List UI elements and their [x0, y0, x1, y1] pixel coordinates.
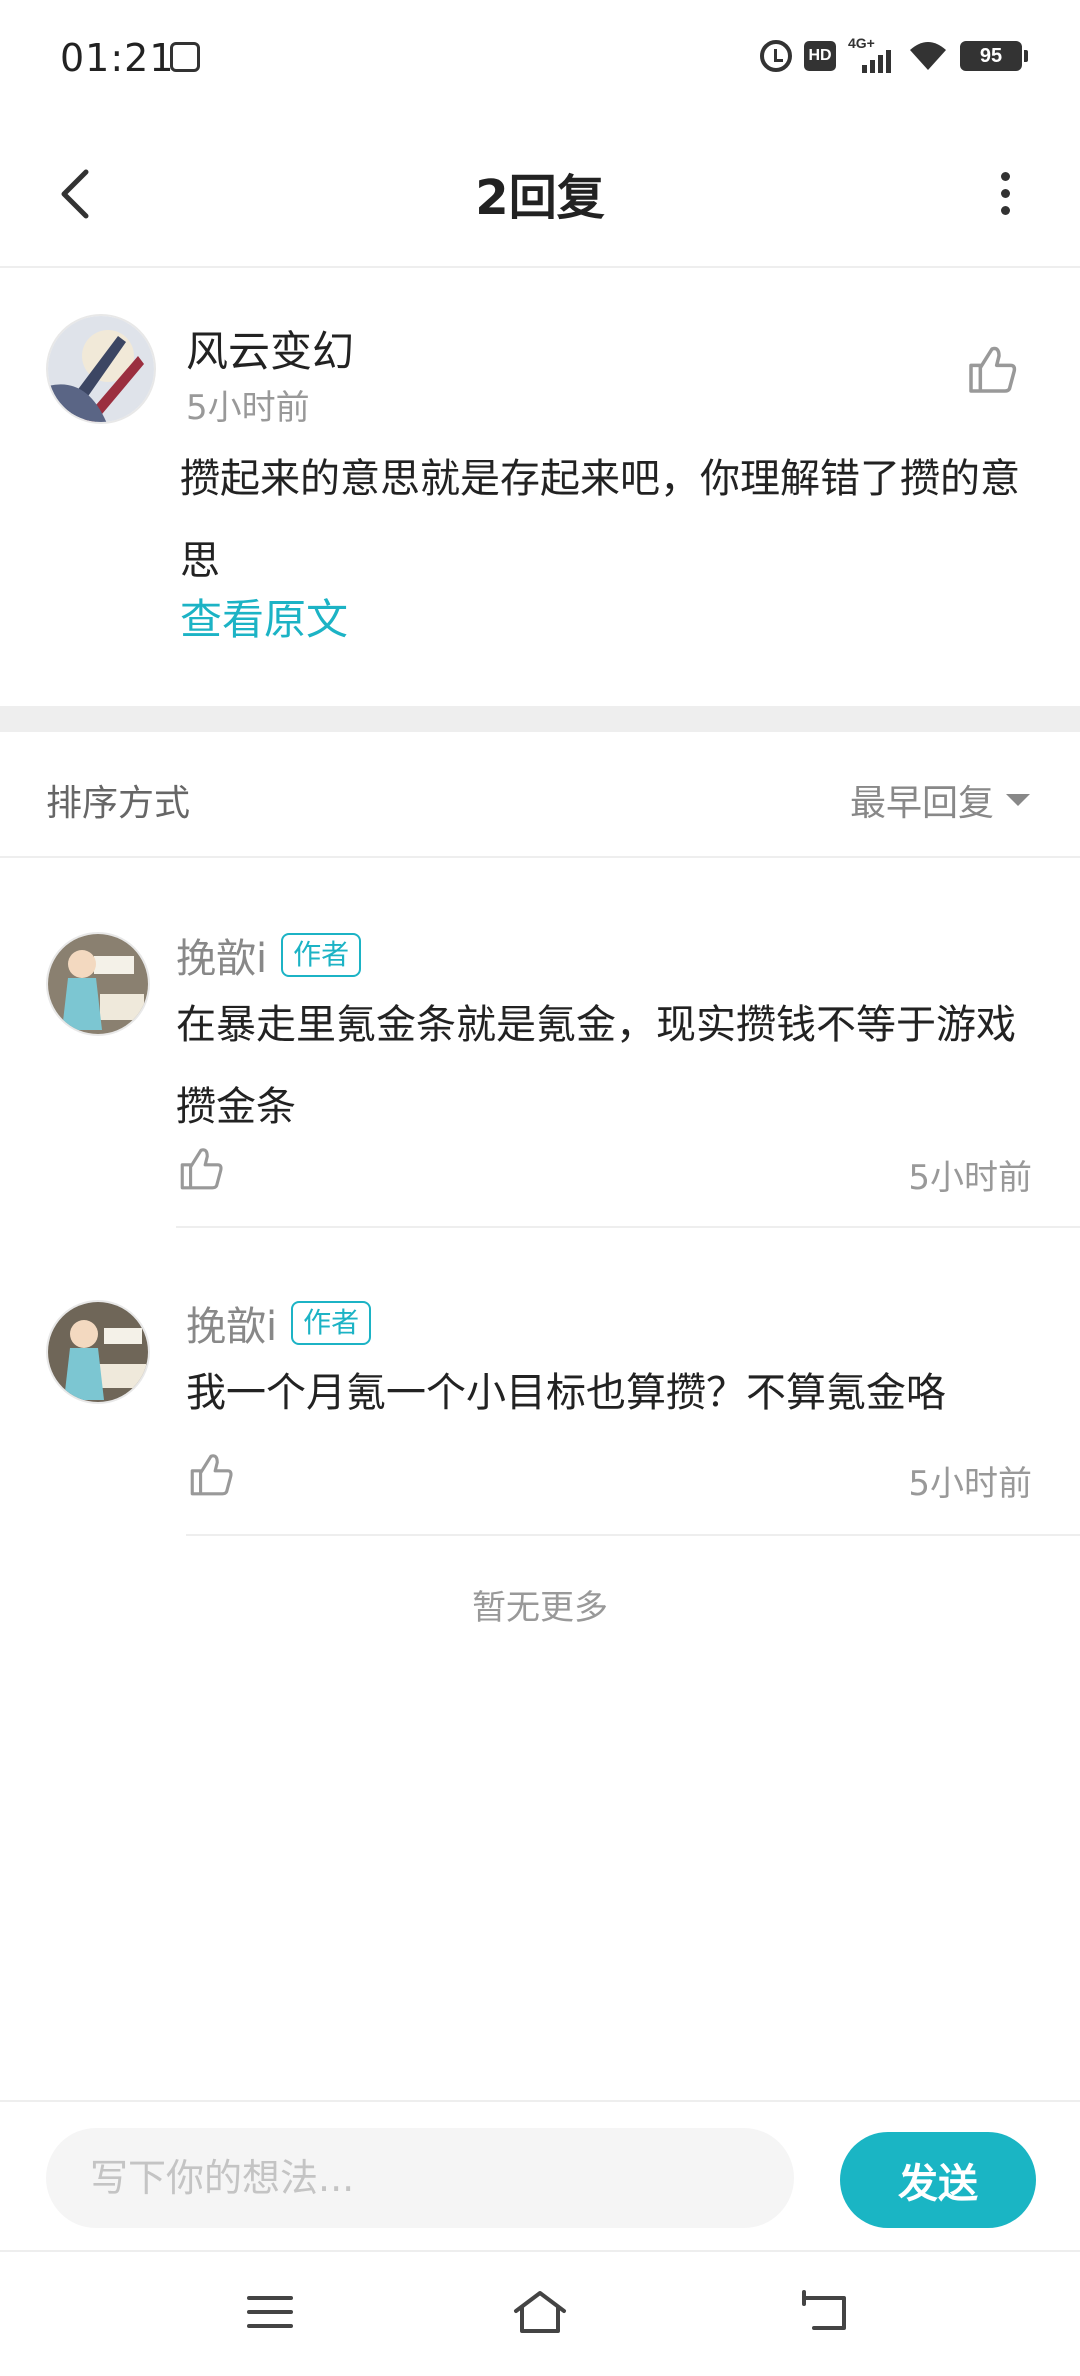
menu-icon — [247, 2296, 293, 2328]
avatar[interactable] — [46, 314, 156, 424]
status-time: 01:21 — [60, 36, 175, 80]
system-nav-bar — [0, 2250, 1080, 2376]
hd-icon: HD — [804, 41, 836, 71]
home-icon — [514, 2291, 566, 2333]
thumbs-up-icon[interactable] — [964, 342, 1020, 398]
sort-bar: 排序方式 最早回复 — [0, 732, 1080, 858]
reply-text: 在暴走里氪金条就是氪金，现实攒钱不等于游戏攒金条 — [176, 1002, 1016, 1130]
status-icons: HD 4G+ 95 — [760, 35, 1028, 74]
reply-separator — [186, 1534, 1080, 1536]
thumbs-up-icon[interactable] — [186, 1450, 236, 1500]
reply-author-row: 挽歆i 作者 — [186, 1294, 372, 1352]
reply-time: 5小时前 — [908, 1158, 1032, 1198]
page-title: 2回复 — [475, 170, 605, 226]
sort-selected-value: 最早回复 — [849, 783, 994, 824]
comment-input-bar: 发送 — [0, 2100, 1080, 2250]
back-nav-icon — [802, 2290, 846, 2330]
home-nav-button[interactable] — [505, 2282, 575, 2342]
reply-author[interactable]: 挽歆i — [186, 1294, 277, 1352]
more-options-button[interactable] — [970, 158, 1040, 228]
wifi-icon — [910, 42, 946, 70]
menu-nav-button[interactable] — [235, 2282, 305, 2342]
reply-item: 挽歆i 作者 在暴走里氪金条就是氪金，现实攒钱不等于游戏攒金条 5小时前 — [0, 858, 1080, 1228]
author-badge: 作者 — [291, 1301, 372, 1345]
signal-label: 4G+ — [848, 35, 875, 51]
reply-author[interactable]: 挽歆i — [176, 926, 267, 984]
avatar[interactable] — [46, 1300, 150, 1404]
comment-time: 5小时前 — [186, 388, 310, 428]
view-original-link[interactable]: 查看原文 — [180, 586, 348, 647]
comment-text: 攒起来的意思就是存起来吧，你理解错了攒的意思 — [180, 456, 1020, 584]
status-bar: 01:21 HD 4G+ 95 — [0, 0, 1080, 118]
thumbs-up-icon[interactable] — [176, 1144, 226, 1194]
avatar[interactable] — [46, 932, 150, 1036]
comment-input[interactable] — [46, 2128, 794, 2228]
sort-dropdown[interactable]: 最早回复 — [850, 774, 1030, 826]
original-comment: 风云变幻 5小时前 攒起来的意思就是存起来吧，你理解错了攒的意思 查看原文 — [0, 270, 1080, 706]
cellular-signal-icon: 4G+ — [848, 35, 896, 73]
notification-icon — [170, 42, 200, 72]
comment-author[interactable]: 风云变幻 — [186, 318, 354, 379]
battery-icon: 95 — [960, 41, 1028, 71]
reply-item: 挽歆i 作者 我一个月氪一个小目标也算攒？不算氪金咯 5小时前 — [0, 1228, 1080, 1538]
author-badge: 作者 — [281, 933, 362, 977]
reply-text: 我一个月氪一个小目标也算攒？不算氪金咯 — [186, 1370, 946, 1416]
back-nav-button[interactable] — [790, 2282, 860, 2342]
sort-label: 排序方式 — [46, 783, 191, 824]
more-vertical-icon — [1000, 171, 1010, 181]
section-divider — [0, 706, 1080, 732]
dropdown-triangle-icon — [1006, 794, 1030, 806]
app-header: 2回复 — [0, 118, 1080, 268]
reply-author-row: 挽歆i 作者 — [176, 926, 362, 984]
no-more-label: 暂无更多 — [472, 1588, 608, 1628]
reply-time: 5小时前 — [908, 1464, 1032, 1504]
alarm-icon — [760, 40, 792, 72]
send-button[interactable]: 发送 — [840, 2132, 1036, 2228]
